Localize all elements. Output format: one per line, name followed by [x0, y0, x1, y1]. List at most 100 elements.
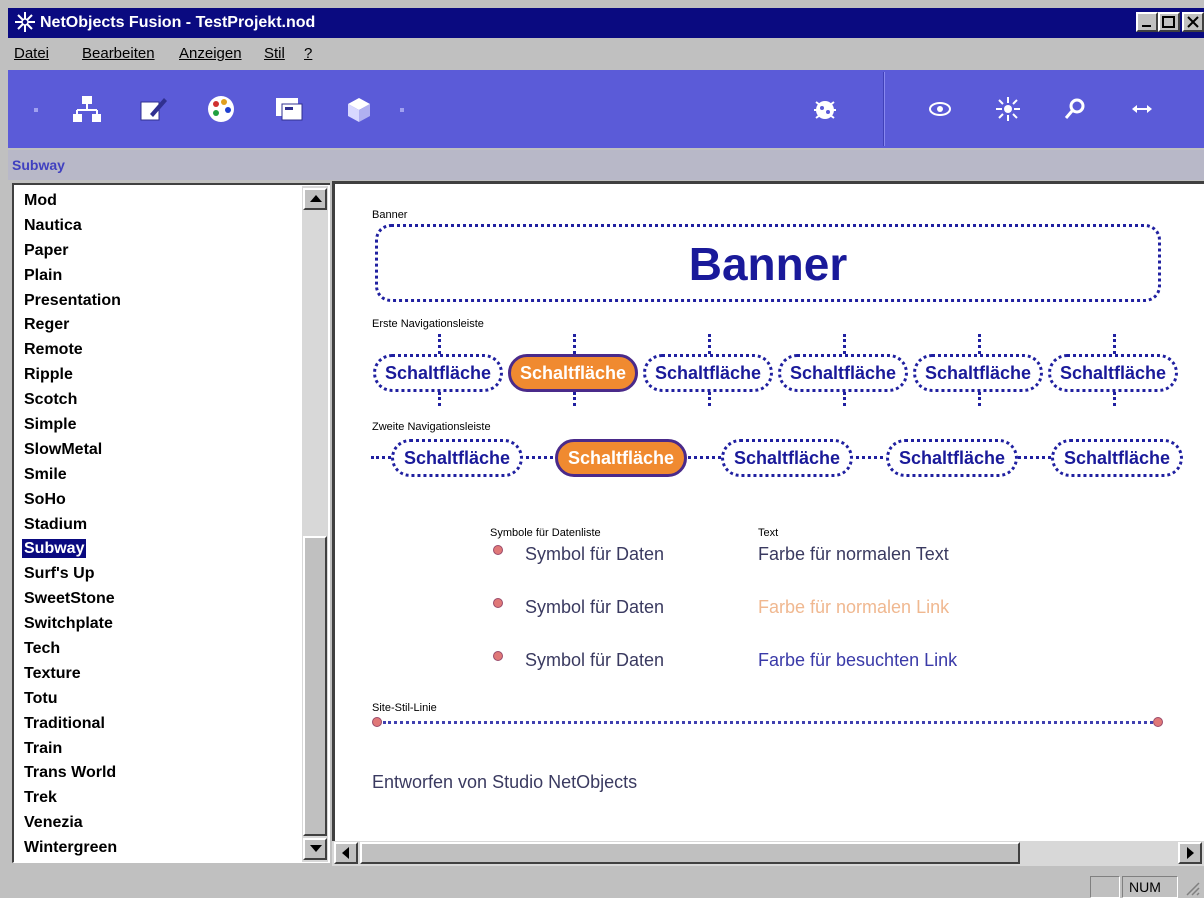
nav2-button[interactable]: Schaltfläche: [391, 439, 523, 477]
maximize-icon: [1162, 16, 1175, 28]
toolbar: [8, 70, 1204, 148]
style-view-icon[interactable]: [204, 92, 238, 126]
nav1-button[interactable]: Schaltfläche: [778, 354, 908, 392]
site-view-icon[interactable]: [70, 92, 104, 126]
arrow-down-icon: [310, 845, 322, 852]
data-symbol-text: Symbol für Daten: [525, 544, 665, 564]
search-icon[interactable]: [1058, 92, 1092, 126]
credit-text: Entworfen von Studio NetObjects: [372, 772, 638, 792]
current-style-label: Subway: [12, 157, 65, 173]
normal-link-color-sample[interactable]: Farbe für normalen Link: [758, 597, 949, 618]
style-list-item[interactable]: Venezia: [14, 811, 308, 836]
nav-connector: [978, 392, 981, 406]
nav2-button[interactable]: Schaltfläche: [886, 439, 1018, 477]
nav-connector: [1113, 392, 1116, 406]
menu-stil[interactable]: Stil: [264, 45, 285, 62]
site-line-caption: Site-Stil-Linie: [372, 702, 437, 714]
scroll-up-button[interactable]: [303, 188, 327, 210]
toolbar-separator: [883, 72, 885, 146]
style-list-item[interactable]: Traditional: [14, 712, 308, 737]
resize-grip-icon[interactable]: [1184, 880, 1200, 896]
menu-bearbeiten[interactable]: Bearbeiten: [82, 45, 155, 62]
nav2-button[interactable]: Schaltfläche: [721, 439, 853, 477]
menu-anzeigen[interactable]: Anzeigen: [179, 45, 242, 62]
nav-connector: [843, 392, 846, 406]
style-list-item[interactable]: Smile: [14, 463, 308, 488]
style-list-item[interactable]: Train: [14, 737, 308, 762]
style-list-item[interactable]: Subway: [14, 537, 308, 562]
menu-help[interactable]: ?: [304, 45, 312, 62]
style-list-item[interactable]: Switchplate: [14, 612, 308, 637]
style-list-item[interactable]: SweetStone: [14, 587, 308, 612]
arrow-right-icon: [1187, 847, 1194, 859]
preview-horizontal-scrollbar[interactable]: [332, 841, 1204, 866]
normal-text-color-sample: Farbe für normalen Text: [758, 544, 949, 564]
style-list-item[interactable]: Totu: [14, 687, 308, 712]
publish-view-icon[interactable]: [342, 92, 376, 126]
banner-preview[interactable]: Banner: [375, 224, 1161, 302]
close-icon: [1187, 16, 1199, 28]
style-list-item[interactable]: Scotch: [14, 388, 308, 413]
style-list-item[interactable]: Mod: [14, 189, 308, 214]
status-pane-empty: [1090, 876, 1120, 898]
nav-connector: [843, 334, 846, 354]
sun-icon[interactable]: [991, 92, 1025, 126]
toolbar-dot: [34, 108, 38, 112]
style-list-item[interactable]: SlowMetal: [14, 438, 308, 463]
style-list-item[interactable]: Paper: [14, 239, 308, 264]
style-list-item[interactable]: Surf's Up: [14, 562, 308, 587]
scroll-thumb[interactable]: [360, 842, 1020, 864]
nav2-button[interactable]: Schaltfläche: [1051, 439, 1183, 477]
style-list-item[interactable]: Stadium: [14, 513, 308, 538]
nav-connector: [1113, 334, 1116, 354]
assets-view-icon[interactable]: [272, 92, 306, 126]
style-list-item[interactable]: Texture: [14, 662, 308, 687]
visited-link-color-sample[interactable]: Farbe für besuchten Link: [758, 650, 957, 671]
bug-icon[interactable]: [808, 92, 842, 126]
toolbar-dot: [400, 108, 404, 112]
style-list-item[interactable]: SoHo: [14, 488, 308, 513]
datalist-caption: Symbole für Datenliste: [490, 527, 601, 539]
scroll-down-button[interactable]: [303, 838, 327, 860]
nav1-button[interactable]: Schaltfläche: [913, 354, 1043, 392]
nav2-button-active[interactable]: Schaltfläche: [555, 439, 687, 477]
style-list-item[interactable]: Tech: [14, 637, 308, 662]
nav-connector: [438, 334, 441, 354]
nav-connector: [708, 334, 711, 354]
nav-connector: [978, 334, 981, 354]
page-view-icon[interactable]: [136, 92, 170, 126]
scroll-right-button[interactable]: [1178, 842, 1202, 864]
data-bullet-icon: [493, 545, 503, 555]
line-end-icon: [1153, 717, 1163, 727]
style-list-item[interactable]: Presentation: [14, 289, 308, 314]
maximize-button[interactable]: [1158, 12, 1180, 32]
style-list-scrollbar[interactable]: [302, 186, 328, 862]
nav1-button-active[interactable]: Schaltfläche: [508, 354, 638, 392]
style-list-item[interactable]: Trans World: [14, 761, 308, 786]
banner-text: Banner: [688, 238, 848, 290]
close-button[interactable]: [1182, 12, 1204, 32]
style-list-item[interactable]: Remote: [14, 338, 308, 363]
scroll-thumb[interactable]: [303, 536, 327, 836]
style-list-item[interactable]: Simple: [14, 413, 308, 438]
style-list-item[interactable]: Ripple: [14, 363, 308, 388]
style-list-item[interactable]: Plain: [14, 264, 308, 289]
arrows-icon[interactable]: [1125, 92, 1159, 126]
nav-connector: [708, 392, 711, 406]
style-list-item[interactable]: Trek: [14, 786, 308, 811]
nav-connector: [573, 392, 576, 406]
arrow-left-icon: [342, 847, 349, 859]
scroll-left-button[interactable]: [334, 842, 358, 864]
menu-datei[interactable]: Datei: [14, 45, 49, 62]
preview-eye-icon[interactable]: [923, 92, 957, 126]
nav1-button[interactable]: Schaltfläche: [373, 354, 503, 392]
style-list-item[interactable]: Nautica: [14, 214, 308, 239]
minimize-button[interactable]: [1136, 12, 1158, 32]
nav1-button[interactable]: Schaltfläche: [643, 354, 773, 392]
line-end-icon: [372, 717, 382, 727]
nav1-button[interactable]: Schaltfläche: [1048, 354, 1178, 392]
nav-connector: [573, 334, 576, 354]
style-list-item[interactable]: Reger: [14, 313, 308, 338]
style-list-item[interactable]: Wintergreen: [14, 836, 308, 861]
menu-bar: Datei Bearbeiten Anzeigen Stil ?: [8, 38, 1204, 70]
